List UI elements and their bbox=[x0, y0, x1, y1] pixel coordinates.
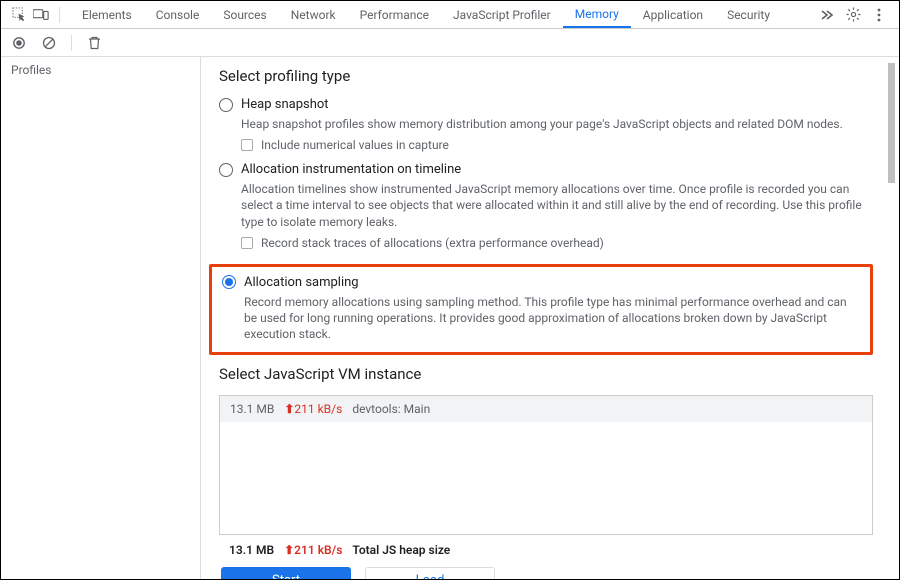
kebab-menu-icon[interactable] bbox=[871, 7, 887, 23]
option-heap-snapshot: Heap snapshot Heap snapshot profiles sho… bbox=[219, 97, 873, 162]
checkbox-include-numerical[interactable] bbox=[241, 139, 253, 151]
checkbox-label: Record stack traces of allocations (extr… bbox=[261, 236, 604, 250]
tab-console[interactable]: Console bbox=[144, 1, 212, 28]
option-allocation-sampling: Allocation sampling Record memory alloca… bbox=[222, 275, 860, 343]
tab-performance[interactable]: Performance bbox=[348, 1, 441, 28]
option-title: Allocation instrumentation on timeline bbox=[241, 162, 461, 177]
total-label: Total JS heap size bbox=[352, 543, 450, 557]
device-toolbar-icon[interactable] bbox=[33, 7, 49, 23]
vm-instance-list: 13.1 MB ⬆211 kB/s devtools: Main bbox=[219, 395, 873, 535]
heap-total-row: 13.1 MB ⬆211 kB/s Total JS heap size bbox=[219, 535, 873, 557]
start-button[interactable]: Start bbox=[221, 567, 351, 579]
sidebar-profiles-label: Profiles bbox=[11, 63, 190, 77]
profiles-sidebar: Profiles bbox=[1, 57, 201, 579]
inspect-icon[interactable] bbox=[11, 7, 27, 23]
option-title: Allocation sampling bbox=[244, 275, 359, 290]
tab-javascript-profiler[interactable]: JavaScript Profiler bbox=[441, 1, 563, 28]
option-desc: Allocation timelines show instrumented J… bbox=[241, 181, 873, 230]
load-button[interactable]: Load bbox=[365, 567, 495, 579]
tab-sources[interactable]: Sources bbox=[211, 1, 278, 28]
tab-memory[interactable]: Memory bbox=[563, 1, 631, 28]
vertical-scrollbar[interactable] bbox=[884, 60, 896, 576]
option-allocation-timeline: Allocation instrumentation on timeline A… bbox=[219, 162, 873, 260]
tab-security[interactable]: Security bbox=[715, 1, 782, 28]
clear-icon[interactable] bbox=[41, 35, 57, 51]
gear-icon[interactable] bbox=[845, 7, 861, 23]
trash-icon[interactable] bbox=[86, 35, 102, 51]
radio-heap-snapshot[interactable] bbox=[219, 98, 233, 112]
total-rate: ⬆211 kB/s bbox=[284, 543, 342, 557]
option-desc: Record memory allocations using sampling… bbox=[244, 294, 860, 343]
option-title: Heap snapshot bbox=[241, 97, 329, 112]
arrow-up-icon: ⬆ bbox=[284, 543, 294, 557]
tab-network[interactable]: Network bbox=[279, 1, 348, 28]
memory-content: Select profiling type Heap snapshot Heap… bbox=[201, 57, 899, 579]
total-size: 13.1 MB bbox=[229, 543, 274, 557]
memory-toolbar bbox=[1, 29, 899, 57]
divider bbox=[59, 7, 60, 23]
radio-allocation-timeline[interactable] bbox=[219, 163, 233, 177]
checkbox-record-stack-traces[interactable] bbox=[241, 237, 253, 249]
profiling-type-heading: Select profiling type bbox=[219, 67, 873, 85]
radio-allocation-sampling[interactable] bbox=[222, 275, 236, 289]
checkbox-label: Include numerical values in capture bbox=[261, 138, 449, 152]
panel-tabstrip: Elements Console Sources Network Perform… bbox=[1, 1, 899, 29]
tab-elements[interactable]: Elements bbox=[70, 1, 144, 28]
option-desc: Heap snapshot profiles show memory distr… bbox=[241, 116, 873, 132]
tab-application[interactable]: Application bbox=[631, 1, 715, 28]
record-icon[interactable] bbox=[11, 35, 27, 51]
devtools-window: Elements Console Sources Network Perform… bbox=[0, 0, 900, 580]
vm-size: 13.1 MB bbox=[230, 402, 274, 416]
arrow-up-icon: ⬆ bbox=[284, 402, 294, 416]
vm-instance-heading: Select JavaScript VM instance bbox=[219, 365, 873, 383]
divider bbox=[71, 35, 72, 51]
more-tabs-icon[interactable] bbox=[819, 7, 835, 23]
vm-instance-row[interactable]: 13.1 MB ⬆211 kB/s devtools: Main bbox=[220, 396, 872, 422]
vm-rate: ⬆211 kB/s bbox=[284, 402, 342, 416]
vm-name: devtools: Main bbox=[352, 402, 430, 416]
highlight-allocation-sampling: Allocation sampling Record memory alloca… bbox=[209, 264, 873, 356]
